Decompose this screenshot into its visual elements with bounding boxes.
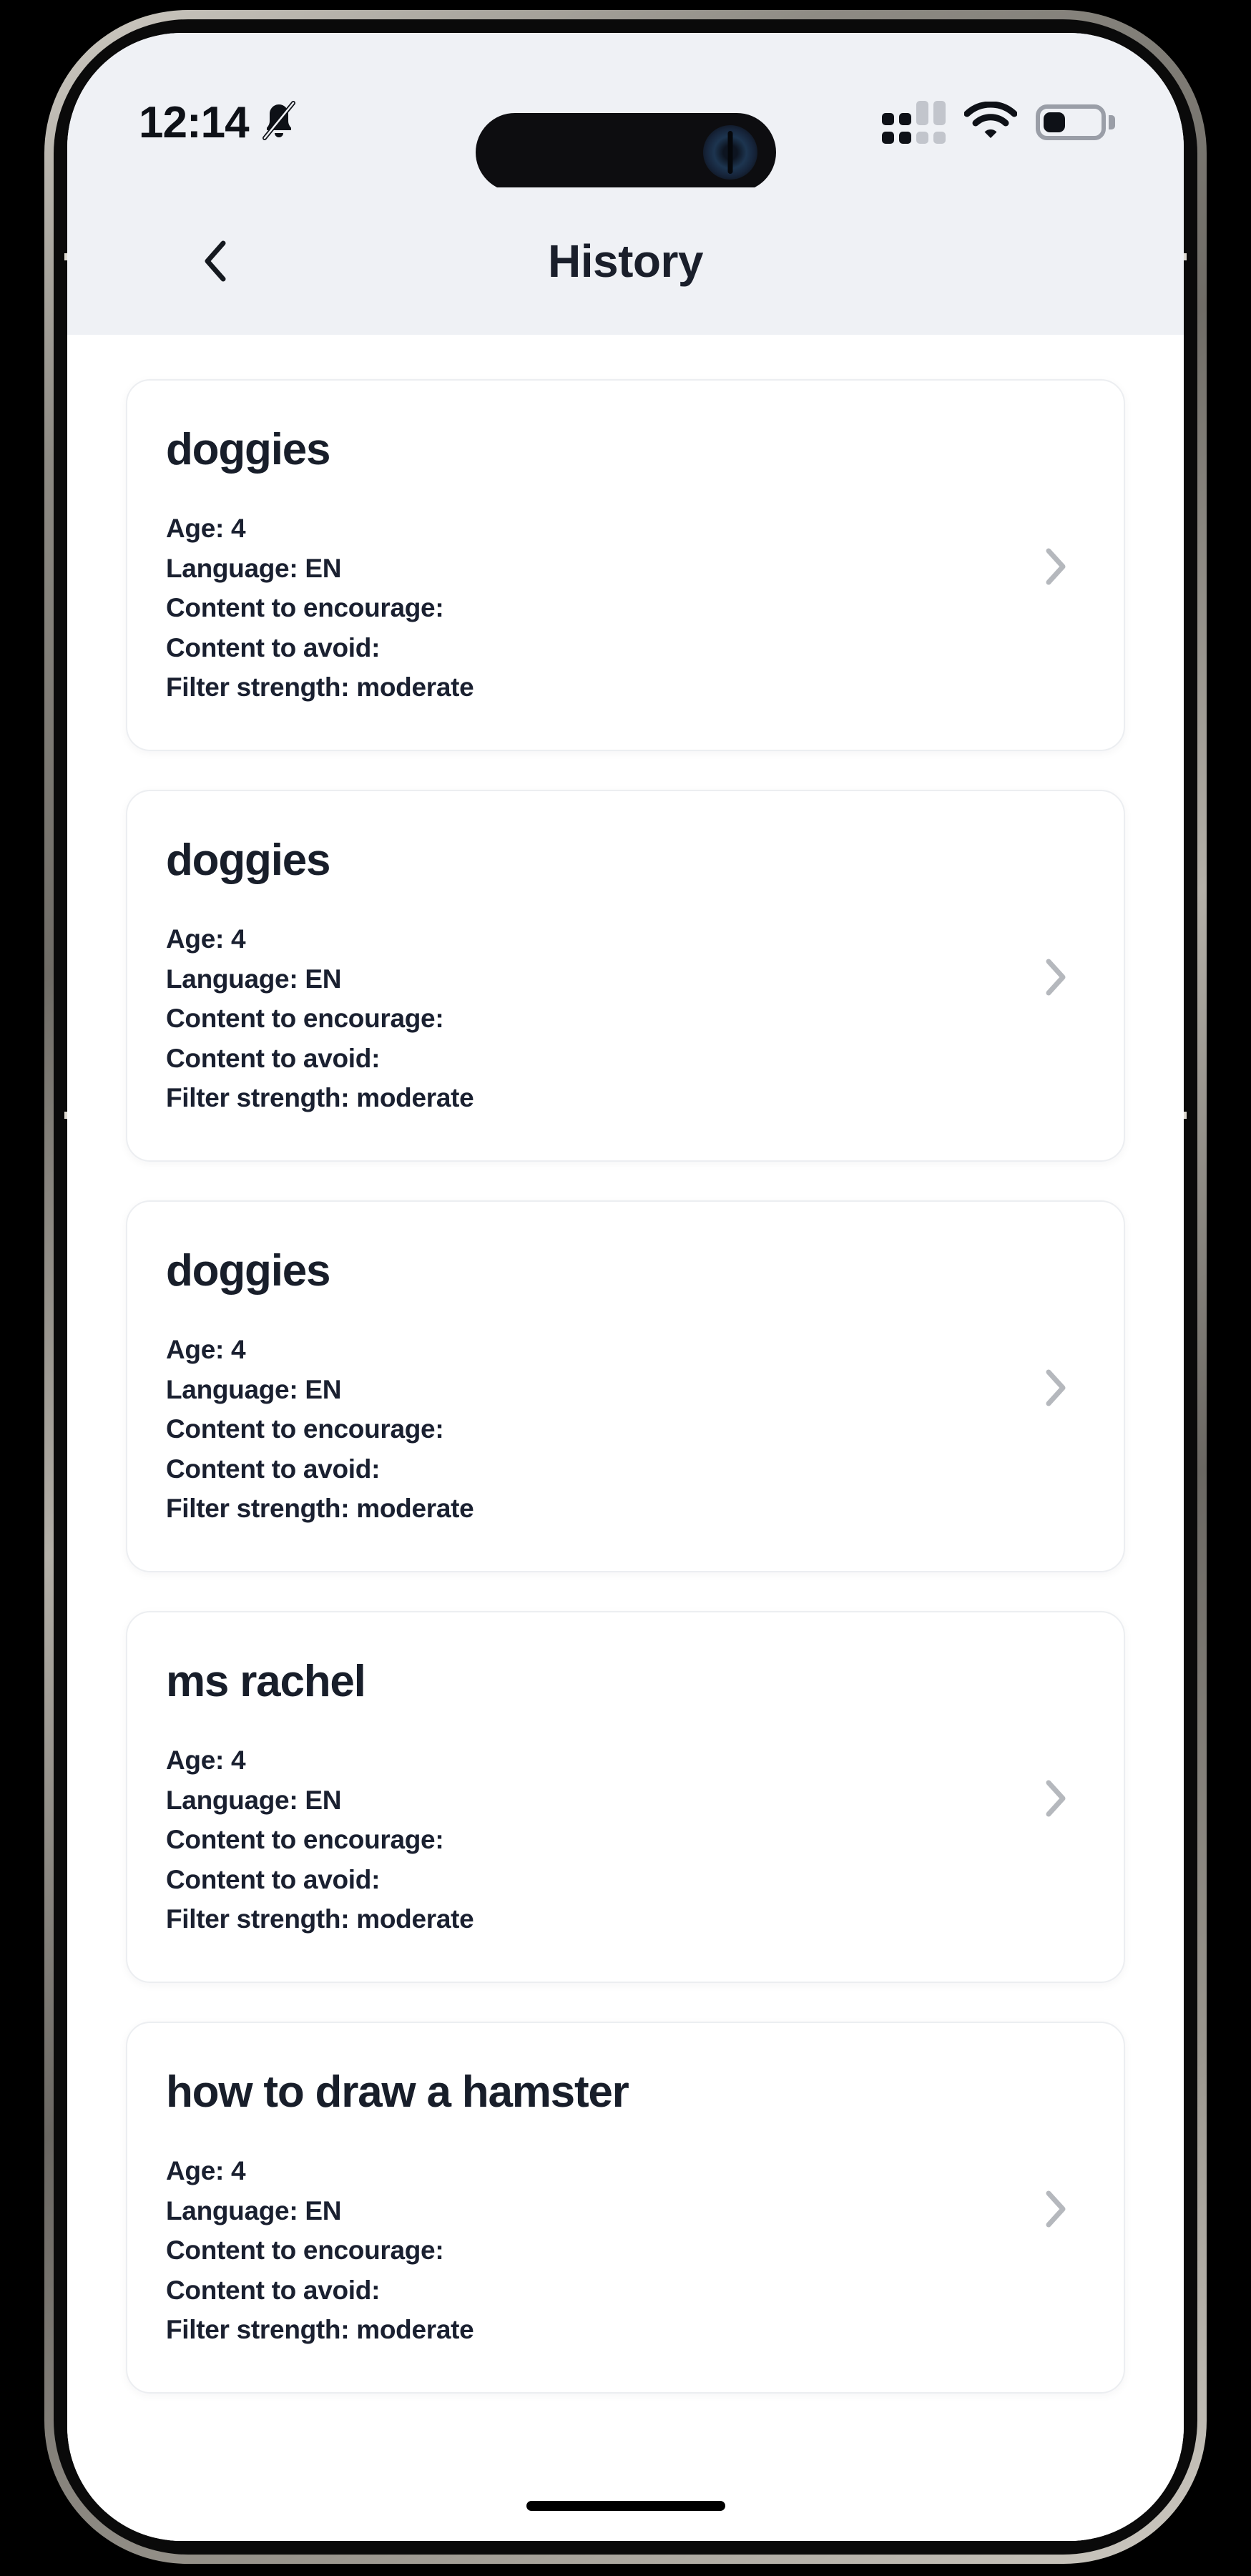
back-button[interactable] [180,227,249,295]
meta-filter-strength: Filter strength: moderate [166,1494,474,1524]
status-time: 12:14 [139,97,250,147]
history-card-disclosure[interactable] [1035,2188,1076,2230]
meta-content-avoid: Content to avoid: [166,632,381,662]
meta-content-encourage: Content to encourage: [166,593,444,623]
history-card-title: doggies [166,1246,330,1296]
chevron-right-icon [1046,548,1066,585]
battery-fill [1044,112,1066,132]
meta-filter-strength: Filter strength: moderate [166,2315,474,2345]
history-card-meta: Age: 4 Language: EN Content to encourage… [166,1742,1018,1939]
meta-language: Language: EN [166,1374,342,1404]
meta-age: Age: 4 [166,1335,246,1365]
chevron-right-icon [1046,959,1066,996]
history-card[interactable]: how to draw a hamster Age: 4 Language: E… [126,2022,1125,2394]
meta-filter-strength: Filter strength: moderate [166,1904,474,1934]
history-card-disclosure[interactable] [1035,546,1076,587]
meta-language: Language: EN [166,553,342,583]
chevron-right-icon [1046,1780,1066,1817]
meta-content-encourage: Content to encourage: [166,1004,444,1034]
history-card[interactable]: doggies Age: 4 Language: EN Content to e… [126,790,1125,1162]
meta-age: Age: 4 [166,924,246,954]
history-card-title: how to draw a hamster [166,2067,629,2117]
history-card-body: ms rachel Age: 4 Language: EN Content to… [166,1658,1018,1939]
meta-filter-strength: Filter strength: moderate [166,672,474,702]
phone-frame: 12:14 History doggies Age: 4 Language: E… [44,10,1207,2564]
history-card-disclosure[interactable] [1035,956,1076,998]
meta-language: Language: EN [166,964,342,994]
bell-slash-icon [260,100,298,145]
status-bar: 12:14 [67,33,1184,192]
history-card-list: doggies Age: 4 Language: EN Content to e… [67,379,1184,2394]
front-camera-icon [702,125,757,180]
history-card-title: doggies [166,836,330,886]
meta-content-avoid: Content to avoid: [166,1454,381,1484]
history-card[interactable]: doggies Age: 4 Language: EN Content to e… [126,1200,1125,1572]
cellular-signal-icon [882,101,946,144]
device-stage: 12:14 History doggies Age: 4 Language: E… [0,0,1251,2576]
history-card-meta: Age: 4 Language: EN Content to encourage… [166,2153,1018,2349]
battery-body [1036,104,1106,140]
meta-content-avoid: Content to avoid: [166,2275,381,2305]
battery-icon [1036,104,1115,140]
history-card-body: doggies Age: 4 Language: EN Content to e… [166,1248,1018,1528]
meta-filter-strength: Filter strength: moderate [166,1083,474,1113]
history-card-meta: Age: 4 Language: EN Content to encourage… [166,510,1018,707]
meta-language: Language: EN [166,1785,342,1815]
meta-content-avoid: Content to avoid: [166,1043,381,1073]
meta-language: Language: EN [166,2195,342,2225]
home-indicator[interactable] [526,2501,725,2511]
phone-screen: 12:14 History doggies Age: 4 Language: E… [67,33,1184,2541]
history-card-meta: Age: 4 Language: EN Content to encourage… [166,921,1018,1117]
battery-cap [1109,115,1115,129]
dynamic-island[interactable] [475,113,776,192]
status-bar-right [882,100,1115,144]
meta-age: Age: 4 [166,2156,246,2186]
meta-age: Age: 4 [166,514,246,544]
wifi-icon [963,100,1018,144]
chevron-right-icon [1046,2190,1066,2228]
history-card-body: doggies Age: 4 Language: EN Content to e… [166,837,1018,1117]
chevron-right-icon [1046,1369,1066,1406]
history-card-title: ms rachel [166,1657,366,1707]
meta-age: Age: 4 [166,1745,246,1776]
history-card-body: how to draw a hamster Age: 4 Language: E… [166,2069,1018,2349]
meta-content-avoid: Content to avoid: [166,1864,381,1894]
history-card-disclosure[interactable] [1035,1778,1076,1819]
meta-content-encourage: Content to encourage: [166,1414,444,1444]
history-card-body: doggies Age: 4 Language: EN Content to e… [166,426,1018,707]
chevron-left-icon [205,240,226,282]
history-card[interactable]: ms rachel Age: 4 Language: EN Content to… [126,1611,1125,1983]
history-card-title: doggies [166,425,330,475]
nav-header: History [67,187,1184,335]
meta-content-encourage: Content to encourage: [166,2235,444,2266]
history-card[interactable]: doggies Age: 4 Language: EN Content to e… [126,379,1125,751]
status-bar-left: 12:14 [139,97,298,148]
history-card-meta: Age: 4 Language: EN Content to encourage… [166,1331,1018,1528]
meta-content-encourage: Content to encourage: [166,1825,444,1855]
history-scroll-view[interactable]: doggies Age: 4 Language: EN Content to e… [67,335,1184,2541]
history-card-disclosure[interactable] [1035,1367,1076,1409]
